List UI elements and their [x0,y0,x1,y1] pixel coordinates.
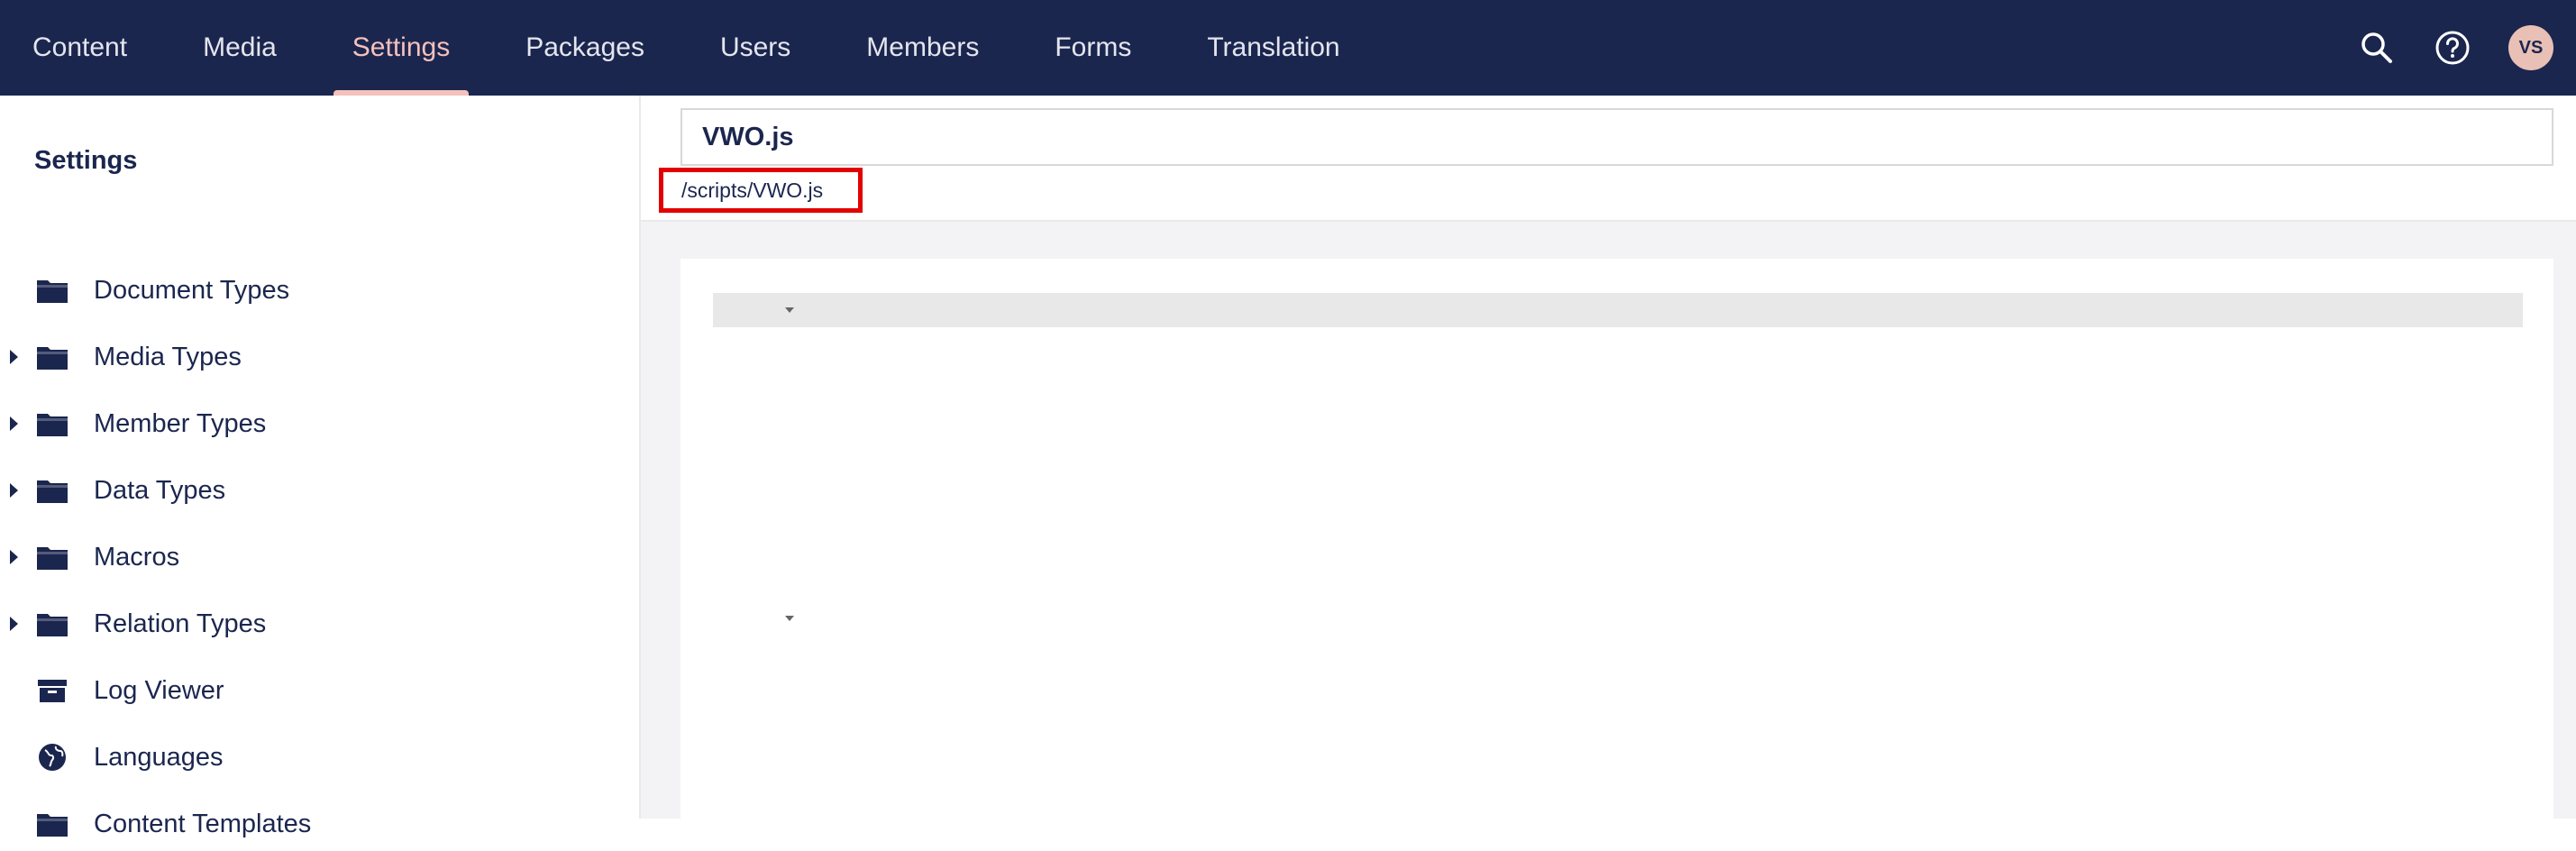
fold-arrow-icon[interactable] [785,307,794,313]
sidebar-item-macros[interactable]: Macros [0,530,639,584]
code-line[interactable]: 2 var account_id=426940, [713,327,2523,361]
sidebar-item-languages[interactable]: Languages [0,730,639,784]
sidebar-item-document-types[interactable]: Document Types [0,263,639,317]
code-line[interactable]: 10 f=false,d=document,code={use_existing… [713,601,2523,636]
folder-icon [36,409,69,438]
sidebar-item-log-viewer[interactable]: Log Viewer [0,663,639,718]
sidebar-item-content-templates[interactable]: Content Templates [0,797,639,851]
editor-header: VWO.js /scripts/VWO.js [641,96,2576,222]
nav-media[interactable]: Media [184,0,296,96]
folder-icon [36,543,69,572]
sidebar-item-member-types[interactable]: Member Types [0,397,639,451]
section-nav: Content Media Settings Packages Users Me… [14,0,1397,96]
file-path: /scripts/VWO.js [659,168,863,213]
expand-caret-icon[interactable] [10,416,18,431]
code-editor[interactable]: 1 window._vwo_code = window._vwo_code ||… [681,259,2553,836]
nav-packages[interactable]: Packages [507,0,663,96]
sidebar-item-label: Data Types [94,475,226,505]
main-editor-area: VWO.js /scripts/VWO.js 1 window._vwo_cod… [641,96,2576,836]
sidebar-item-label: Relation Types [94,609,267,638]
nav-members[interactable]: Members [847,0,998,96]
top-navigation-bar: Content Media Settings Packages Users Me… [0,0,2576,96]
folder-icon [36,609,69,638]
code-line[interactable]: 4 library_tolerance=2500, [713,396,2523,430]
fold-arrow-icon[interactable] [785,616,794,621]
settings-sidebar: Settings Document Types Media Types Memb… [0,96,641,838]
file-name-input[interactable]: VWO.js [681,108,2553,166]
nav-users[interactable]: Users [701,0,809,96]
folder-icon [36,276,69,305]
sidebar-item-label: Content Templates [94,809,312,838]
archive-icon [36,676,69,705]
code-line[interactable]: 1 window._vwo_code = window._vwo_code ||… [713,293,2523,327]
expand-caret-icon[interactable] [10,483,18,498]
nav-translation[interactable]: Translation [1188,0,1358,96]
sidebar-item-label: Media Types [94,342,242,371]
globe-icon [36,743,69,772]
code-line[interactable]: 9 /* DO NOT EDIT BELOW THIS LINE */ [713,567,2523,601]
code-line[interactable]: 6 is_spa=1, [713,464,2523,499]
code-line[interactable]: 11 window.settings_timer=setTimeout(func… [713,636,2523,670]
sidebar-item-data-types[interactable]: Data Types [0,463,639,517]
expand-caret-icon[interactable] [10,350,18,364]
search-icon[interactable] [2357,28,2397,68]
nav-forms[interactable]: Forms [1036,0,1150,96]
top-actions: VS [2321,0,2553,96]
code-line[interactable]: 7 hide_element='body', [713,499,2523,533]
folder-icon [36,476,69,505]
expand-caret-icon[interactable] [10,617,18,631]
expand-caret-icon[interactable] [10,550,18,564]
sidebar-item-label: Macros [94,542,180,572]
sidebar-item-label: Document Types [94,275,290,305]
nav-settings[interactable]: Settings [333,0,470,96]
code-line[interactable]: 5 use_existing_jquery=false, [713,430,2523,464]
folder-icon [36,343,69,371]
sidebar-item-relation-types[interactable]: Relation Types [0,597,639,651]
folder-icon [36,810,69,838]
sidebar-item-label: Log Viewer [94,675,224,705]
nav-content[interactable]: Content [14,0,146,96]
help-icon[interactable] [2433,28,2472,68]
sidebar-item-label: Languages [94,742,224,772]
code-lines[interactable]: 1 window._vwo_code = window._vwo_code ||… [713,293,2523,670]
code-line[interactable]: 8 [713,533,2523,567]
avatar[interactable]: VS [2508,25,2553,70]
sidebar-item-label: Member Types [94,408,267,438]
code-line[interactable]: 3 settings_tolerance=2000, [713,361,2523,396]
sidebar-title: Settings [34,146,138,175]
sidebar-item-media-types[interactable]: Media Types [0,330,639,384]
